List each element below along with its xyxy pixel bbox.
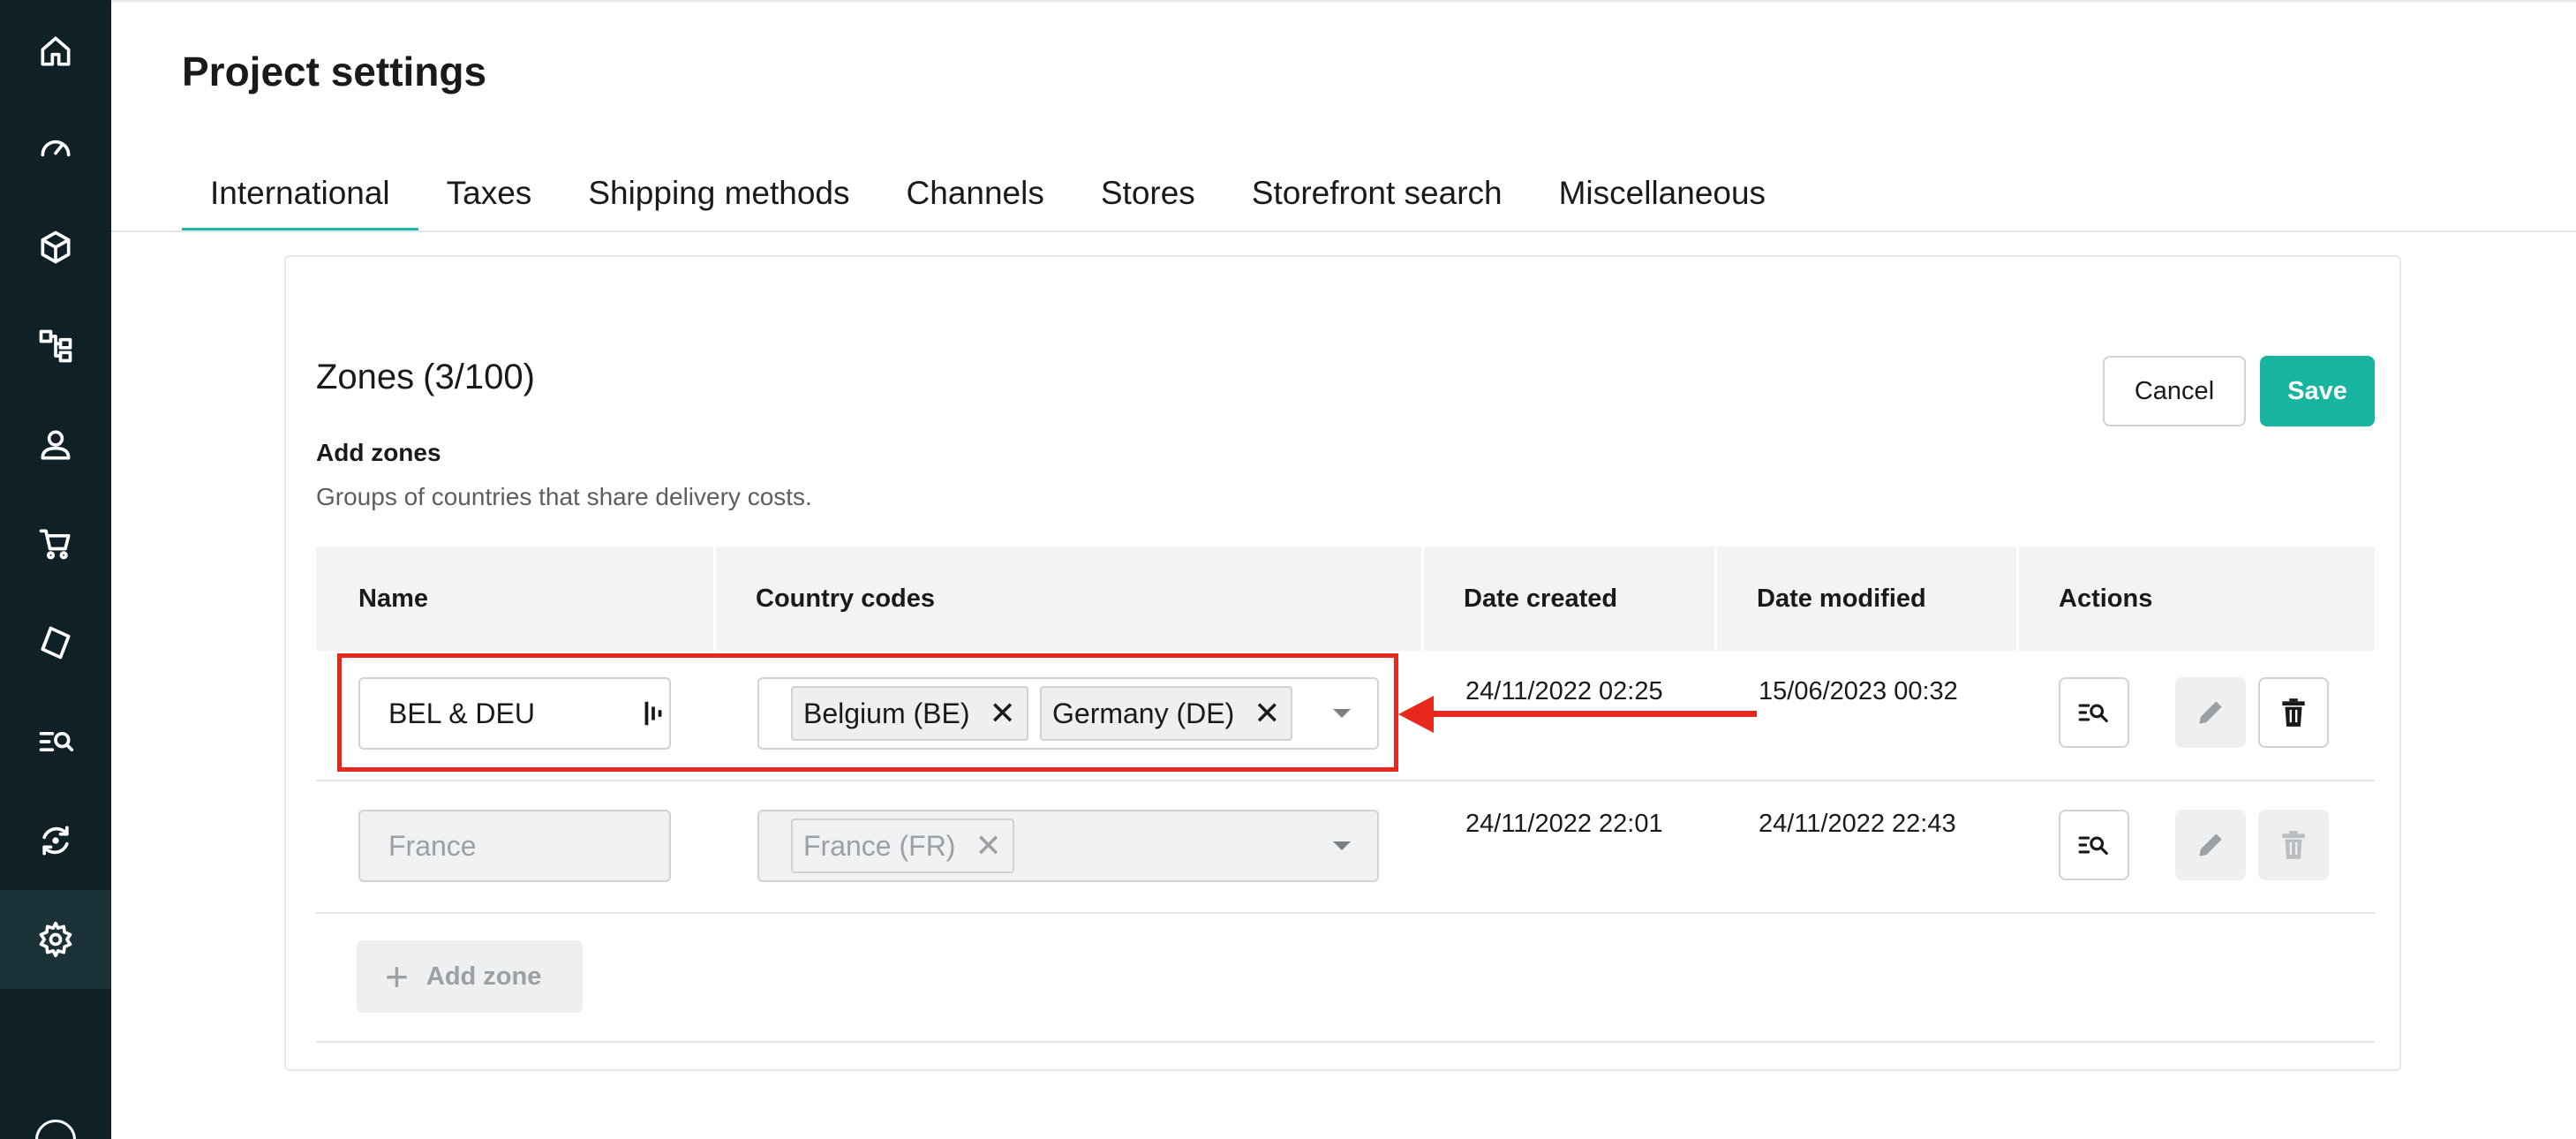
discounts-icon [41,626,71,660]
date-created: 24/11/2022 02:25 [1465,677,1663,705]
orders-icon [39,529,71,560]
page-title: Project settings [182,49,487,94]
annotation-highlight-box [337,653,1398,772]
row-divider [316,780,2375,781]
nav-dashboard[interactable] [0,99,111,198]
column-separator [1421,547,1424,651]
zones-count: (3/100) [423,358,535,396]
column-separator [2016,547,2019,651]
column-separator [1714,547,1717,651]
column-header-date-modified: Date modified [1757,584,1926,613]
column-header-actions: Actions [2059,584,2153,613]
settings-tabs: International Taxes Shipping methods Cha… [182,164,1794,231]
trash-icon [2282,698,2305,727]
inspect-zone-button[interactable] [2059,810,2129,880]
column-header-country-codes: Country codes [756,584,936,613]
search-list-icon [2078,704,2108,723]
column-header-name: Name [358,584,428,613]
operations-icon [42,826,69,856]
pencil-icon [2199,834,2222,856]
date-created: 24/11/2022 22:01 [1465,810,1663,838]
chevron-down-icon[interactable] [1333,841,1351,850]
tabs-divider [111,230,2576,232]
row-divider [316,1041,2375,1043]
add-zones-label: Add zones [316,439,441,466]
tab-international[interactable]: International [182,164,418,231]
date-modified: 24/11/2022 22:43 [1759,810,1956,838]
customers-icon [41,430,71,460]
remove-chip-icon[interactable]: ✕ [975,830,1001,862]
nav-discounts[interactable] [0,593,111,692]
add-zones-description: Groups of countries that share delivery … [316,483,812,510]
inspect-zone-button[interactable] [2059,677,2129,748]
nav-products[interactable] [0,198,111,297]
sidebar [0,0,111,1139]
table-header: Name Country codes Date created Date mod… [316,547,2375,651]
tab-stores[interactable]: Stores [1073,164,1224,231]
edit-zone-button[interactable] [2175,677,2246,748]
add-zone-button[interactable]: + Add zone [357,940,583,1013]
header-shadow [111,0,2576,4]
search-icon [39,732,74,751]
annotation-arrow-line [1428,711,1757,717]
add-zone-label: Add zone [426,962,542,991]
tab-storefront-search[interactable]: Storefront search [1224,164,1531,231]
row-divider [316,912,2375,914]
plus-icon: + [385,954,409,999]
products-icon [41,230,71,264]
nav-customers[interactable] [0,396,111,494]
nav-home[interactable] [0,2,111,101]
zone-name-input[interactable]: France [358,810,671,882]
column-separator [713,547,716,651]
country-chip-label: France (FR) [803,829,956,862]
save-button[interactable]: Save [2260,356,2375,426]
tab-shipping-methods[interactable]: Shipping methods [560,164,877,231]
categories-icon [39,329,72,363]
zone-name-value: France [388,829,477,862]
dashboard-icon [41,140,71,157]
country-chip: France (FR) ✕ [791,818,1014,873]
annotation-arrow-head [1398,696,1434,733]
tab-miscellaneous[interactable]: Miscellaneous [1531,164,1794,231]
nav-operations[interactable] [0,791,111,890]
help-icon[interactable] [35,1120,76,1139]
delete-zone-button[interactable] [2258,677,2329,748]
country-codes-select[interactable]: France (FR) ✕ [757,810,1379,882]
nav-orders[interactable] [0,494,111,593]
cancel-button[interactable]: Cancel [2103,356,2246,426]
nav-search[interactable] [0,692,111,791]
tab-channels[interactable]: Channels [878,164,1073,231]
delete-zone-button[interactable] [2258,810,2329,880]
edit-zone-button[interactable] [2175,810,2246,880]
nav-categories[interactable] [0,297,111,396]
zones-heading: Zones (3/100) [316,358,535,397]
nav-settings[interactable] [0,890,111,989]
settings-icon [39,921,72,958]
home-icon [41,36,71,66]
column-header-date-created: Date created [1464,584,1618,613]
tab-taxes[interactable]: Taxes [418,164,561,231]
date-modified: 15/06/2023 00:32 [1759,677,1958,705]
pencil-icon [2199,701,2222,724]
trash-icon [2282,831,2305,859]
zones-title: Zones [316,358,415,396]
search-list-icon [2078,836,2108,856]
